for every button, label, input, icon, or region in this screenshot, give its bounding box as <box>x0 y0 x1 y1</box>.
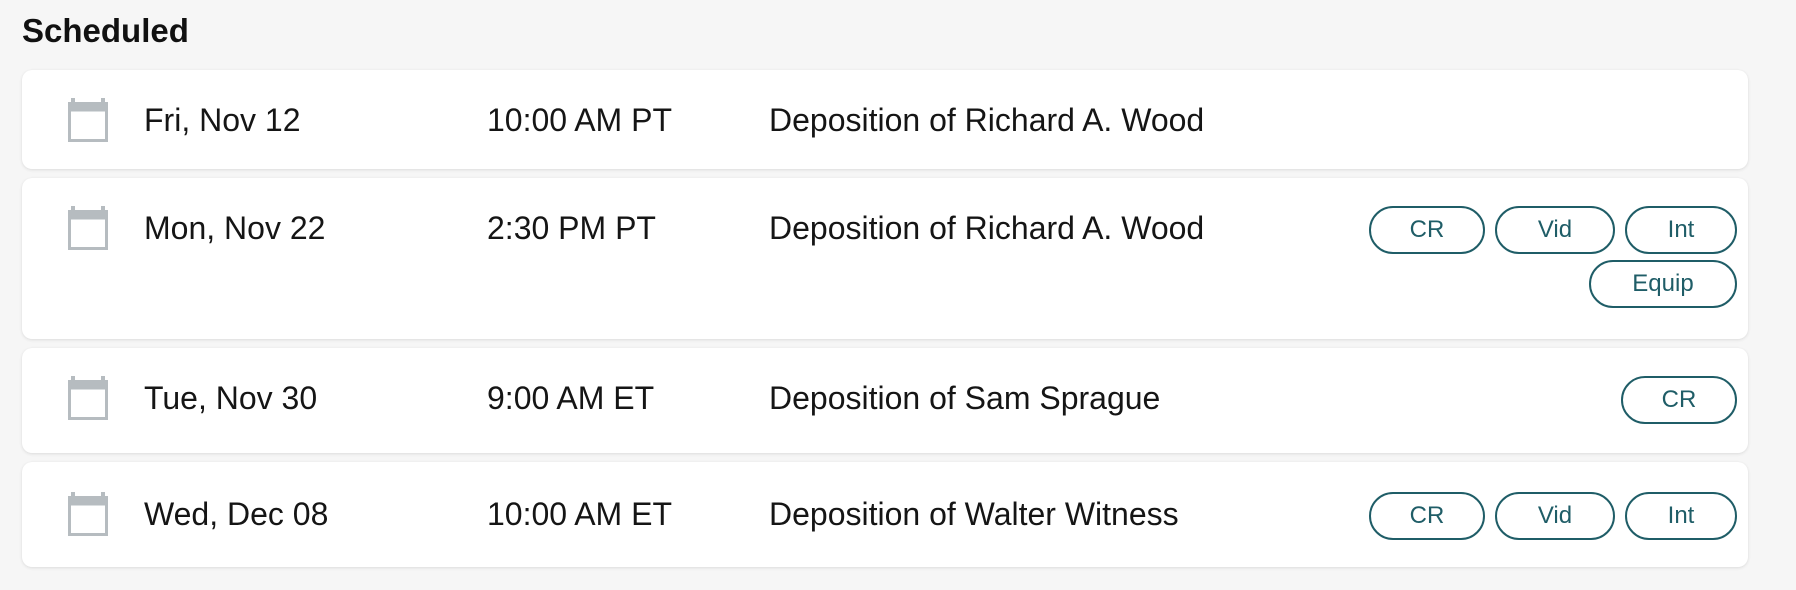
event-title: Deposition of Sam Sprague <box>769 380 1161 416</box>
event-title: Deposition of Walter Witness <box>769 496 1179 532</box>
tag-cr-button[interactable]: CR <box>1621 376 1737 424</box>
event-time: 10:00 AM ET <box>487 496 672 532</box>
event-time: 2:30 PM PT <box>487 210 656 246</box>
section-title: Scheduled <box>22 12 189 49</box>
tag-vid-button[interactable]: Vid <box>1495 206 1615 254</box>
event-date: Mon, Nov 22 <box>144 210 326 246</box>
event-time: 9:00 AM ET <box>487 380 655 416</box>
calendar-icon <box>68 206 108 250</box>
event-row[interactable]: Wed, Dec 08 10:00 AM ET Deposition of Wa… <box>22 462 1748 567</box>
event-title: Deposition of Richard A. Wood <box>769 210 1205 246</box>
event-row[interactable]: Fri, Nov 12 10:00 AM PT Deposition of Ri… <box>22 70 1748 169</box>
tag-vid-button[interactable]: Vid <box>1495 492 1615 540</box>
tag-cr-button[interactable]: CR <box>1369 492 1485 540</box>
event-date: Tue, Nov 30 <box>144 380 318 416</box>
calendar-icon <box>68 492 108 536</box>
tag-cr-button[interactable]: CR <box>1369 206 1485 254</box>
calendar-icon <box>68 376 108 420</box>
event-title: Deposition of Richard A. Wood <box>769 102 1205 138</box>
event-row[interactable]: Mon, Nov 22 2:30 PM PT Deposition of Ric… <box>22 178 1748 339</box>
tag-equip-button[interactable]: Equip <box>1589 260 1737 308</box>
event-date: Fri, Nov 12 <box>144 102 301 138</box>
tag-int-button[interactable]: Int <box>1625 206 1737 254</box>
event-row[interactable]: Tue, Nov 30 9:00 AM ET Deposition of Sam… <box>22 348 1748 453</box>
calendar-icon <box>68 98 108 142</box>
event-date: Wed, Dec 08 <box>144 496 329 532</box>
event-time: 10:00 AM PT <box>487 102 672 138</box>
tag-int-button[interactable]: Int <box>1625 492 1737 540</box>
